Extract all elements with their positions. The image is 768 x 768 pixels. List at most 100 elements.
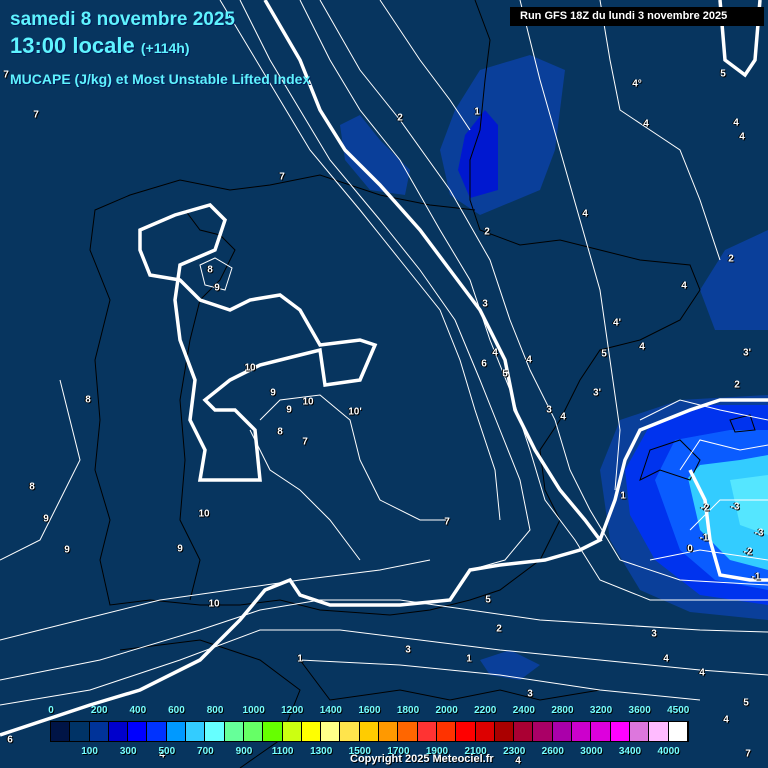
contour-label: 9 (64, 544, 70, 556)
contour-label: 2 (496, 623, 502, 635)
legend-tick-top: 2000 (435, 705, 458, 716)
legend-swatch (224, 722, 244, 741)
legend-swatch (359, 722, 380, 741)
contour-label: 7 (444, 516, 450, 528)
contour-label: 10 (198, 508, 210, 520)
legend-swatch (301, 722, 322, 741)
contour-label: 4 (681, 280, 687, 292)
legend-swatch (243, 722, 264, 741)
contour-label: 8 (207, 264, 213, 276)
legend-tick-top: 1000 (242, 705, 265, 716)
legend-swatch (282, 722, 302, 741)
legend-swatch (379, 722, 399, 741)
shade-south (480, 650, 540, 680)
legend-swatch (186, 722, 206, 741)
legend-tick-bottom: 1300 (310, 746, 333, 757)
contour-label: 10 (302, 396, 314, 408)
legend-tick-bottom: 700 (197, 746, 214, 757)
legend-swatch (552, 722, 573, 741)
contour-label: 1 (466, 653, 472, 665)
map-canvas (0, 0, 768, 768)
contour-label: 4 (492, 347, 498, 359)
contour-label: 7 (279, 171, 285, 183)
contour-label: 4 (560, 411, 566, 423)
contour-label: 9 (214, 282, 220, 294)
legend-tick-top: 3200 (589, 705, 613, 716)
lifted-index-contours (0, 0, 768, 706)
contour-label: 1 (297, 653, 303, 665)
contour-label: 4 (515, 755, 521, 767)
lifted-index-thick-contours (0, 0, 768, 737)
parameter-title: MUCAPE (J/kg) et Most Unstable Lifted In… (10, 71, 311, 87)
legend-swatch (456, 722, 476, 741)
contour-label: -1 (699, 532, 709, 544)
weather-map: 7 7 2 1 4° 4 5 4 4 7 4 2 2 4 8 9 3 4' 5 4 3' 4 4 6 5 10 2 3' 9 8 10 9 10… (0, 0, 768, 768)
contour-label: 4 (526, 354, 532, 366)
contour-label: 10 (208, 598, 220, 610)
legend-tick-top: 1600 (358, 705, 381, 716)
contour-label: 4 (733, 117, 739, 129)
contour-label: -3 (754, 527, 764, 539)
contour-label: 3 (527, 688, 533, 700)
contour-label: 4 (739, 131, 745, 143)
legend-swatch (417, 722, 437, 741)
contour-label: 2 (397, 112, 403, 124)
copyright: Copyright 2025 Meteociel.fr (350, 753, 494, 765)
contour-label: 2 (734, 379, 740, 391)
legend-swatch (321, 722, 341, 741)
contour-label: 4 (582, 208, 588, 220)
contour-label: 1 (474, 106, 480, 118)
contour-label: 7 (745, 748, 751, 760)
legend-tick-top: 2800 (551, 705, 574, 716)
contour-label: 9 (43, 513, 49, 525)
legend-tick-bottom: 100 (81, 746, 98, 757)
contour-label: -2 (743, 546, 753, 558)
legend-swatch (147, 722, 167, 741)
legend-swatch (533, 722, 553, 741)
legend-tick-bottom: 1100 (271, 746, 294, 757)
contour-label: 0 (687, 543, 693, 555)
legend-swatch (205, 722, 225, 741)
contour-label: 6 (481, 358, 487, 370)
contour-label: -1 (751, 571, 761, 583)
contour-label: 3' (593, 387, 601, 399)
contour-label: 5 (743, 697, 749, 709)
legend-swatch (668, 722, 688, 741)
legend-swatch (475, 722, 495, 741)
contour-label: 1 (620, 490, 626, 502)
contour-label: 5 (601, 348, 607, 360)
legend-swatch (263, 722, 283, 741)
legend-swatch (494, 722, 515, 741)
color-legend (50, 721, 689, 742)
legend-tick-bottom: 300 (119, 746, 137, 757)
legend-tick-top: 200 (90, 705, 108, 716)
legend-tick-top: 1400 (319, 705, 342, 716)
legend-tick-bottom: 3400 (618, 746, 642, 757)
contour-label: 3 (546, 404, 552, 416)
contour-label: 4 (699, 667, 705, 679)
contour-label: 4 (639, 341, 645, 353)
contour-label: 8 (85, 394, 91, 406)
legend-swatch (436, 722, 457, 741)
legend-swatch (398, 722, 418, 741)
contour-label: 9 (270, 387, 276, 399)
forecast-date: samedi 8 novembre 2025 (10, 9, 235, 30)
contour-label: 8 (277, 426, 283, 438)
contour-label: 4' (613, 317, 621, 329)
contour-label: 4° (632, 78, 642, 90)
contour-label: 2 (484, 226, 490, 238)
legend-tick-top: 800 (206, 705, 224, 716)
contour-label: 10' (348, 406, 362, 418)
legend-tick-top: 3600 (628, 705, 651, 716)
contour-label: 5 (485, 594, 491, 606)
shade-north (440, 55, 565, 215)
contour-label: 8 (29, 481, 35, 493)
contour-label: 3 (482, 298, 488, 310)
legend-swatch (572, 722, 592, 741)
contour-label: 7 (3, 69, 9, 81)
model-run-label: Run GFS 18Z du lundi 3 novembre 2025 (510, 7, 764, 26)
contour-label: 4 (643, 118, 649, 130)
contour-label: 4 (723, 714, 729, 726)
legend-tick-bottom: 2300 (503, 746, 526, 757)
legend-swatch (89, 722, 109, 741)
